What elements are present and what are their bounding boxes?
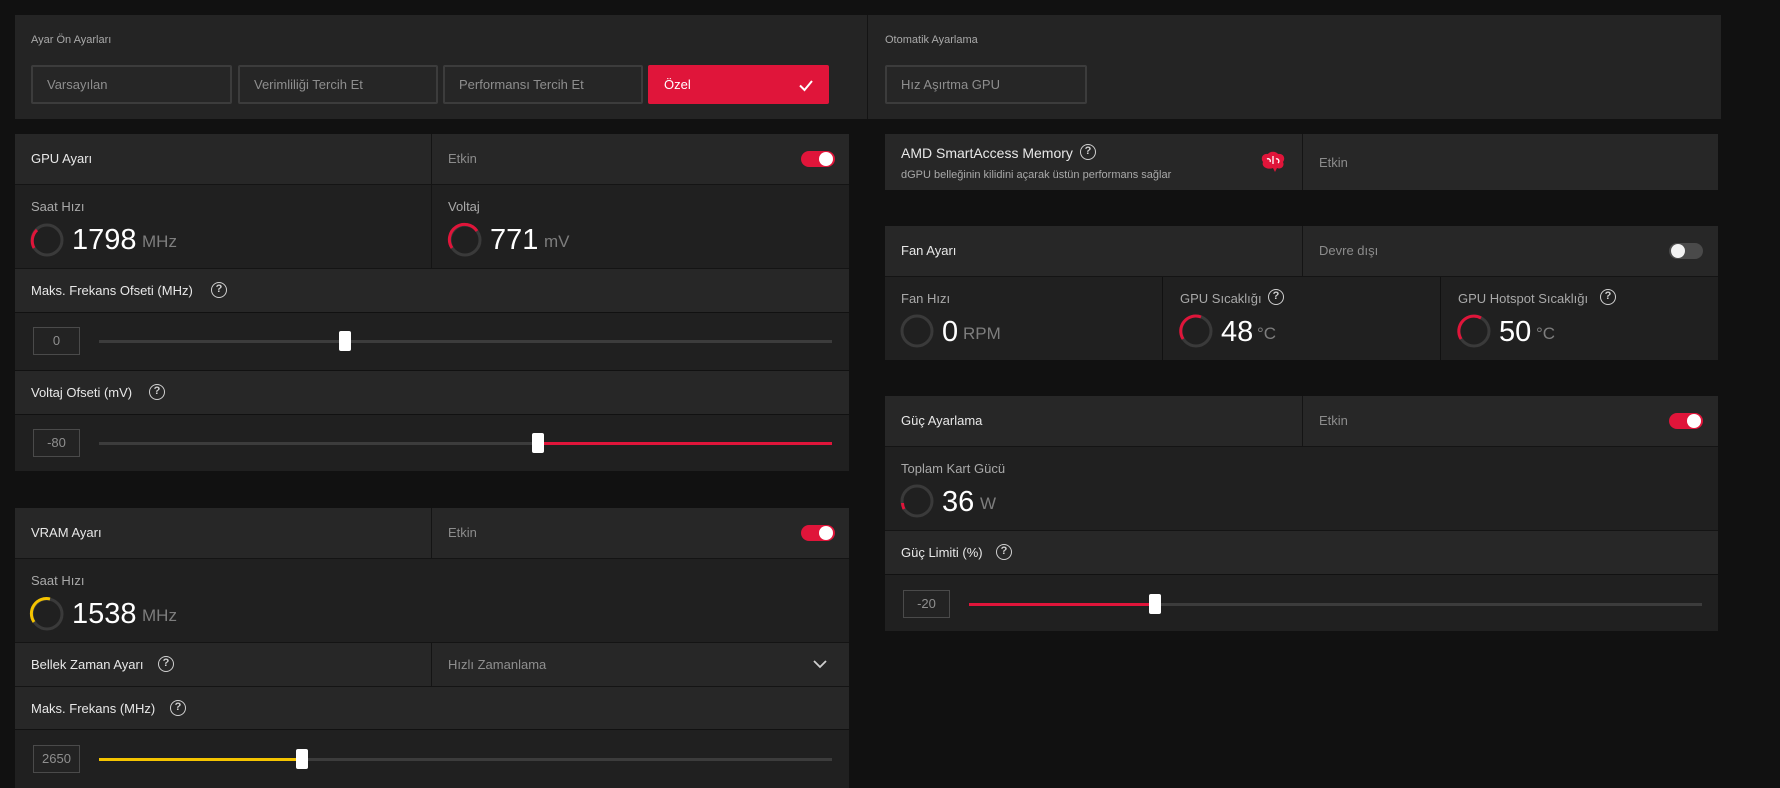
- vram-clock-label: Saat Hızı: [31, 573, 85, 588]
- chevron-down-icon[interactable]: [812, 658, 828, 670]
- gpu-temp-unit: °C: [1257, 324, 1277, 343]
- gpu-tuning-title: GPU Ayarı: [31, 151, 93, 166]
- power-tuning-title: Güç Ayarlama: [901, 413, 983, 428]
- gpu-temp-value: 48: [1221, 316, 1254, 348]
- smartaccess-title: AMD SmartAccess Memory: [901, 145, 1073, 161]
- max-freq-offset-track[interactable]: [99, 340, 832, 343]
- gpu-tuning-status: Etkin: [448, 151, 477, 166]
- power-limit-input[interactable]: -20: [903, 590, 950, 618]
- hotspot-temp-unit: °C: [1536, 324, 1556, 343]
- smartaccess-status: Etkin: [1319, 155, 1348, 170]
- fan-tuning-status: Devre dışı: [1319, 243, 1379, 258]
- vram-tuning-toggle[interactable]: [801, 525, 835, 541]
- total-power-cell: [885, 447, 1718, 530]
- fan-speed-value: 0: [942, 316, 959, 348]
- vram-clock-cell: [15, 559, 849, 642]
- memory-timing-label: Bellek Zaman Ayarı: [31, 657, 144, 672]
- gauge-icon: [1457, 314, 1491, 348]
- memory-timing-dropdown[interactable]: Hızlı Zamanlama: [448, 657, 546, 672]
- gpu-tuning-toggle[interactable]: [801, 151, 835, 167]
- help-icon[interactable]: ?: [996, 544, 1012, 560]
- preset-default-button[interactable]: Varsayılan: [31, 65, 232, 104]
- voltage-offset-fill: [538, 442, 832, 445]
- help-icon[interactable]: ?: [149, 384, 165, 400]
- vram-tuning-title: VRAM Ayarı: [31, 525, 102, 540]
- vram-max-freq-label: Maks. Frekans (MHz): [31, 701, 156, 716]
- max-freq-offset-input[interactable]: 0: [33, 327, 80, 355]
- gauge-icon: [29, 597, 64, 631]
- preset-performance-button[interactable]: Performansı Tercih Et: [443, 65, 643, 104]
- fan-tuning-toggle[interactable]: [1669, 243, 1703, 259]
- voltage-offset-input[interactable]: -80: [33, 429, 80, 457]
- preset-efficiency-button[interactable]: Verimliliği Tercih Et: [238, 65, 438, 104]
- gpu-voltage-value: 771: [490, 224, 539, 256]
- help-icon[interactable]: ?: [211, 282, 227, 298]
- max-freq-offset-label: Maks. Frekans Ofseti (MHz): [31, 283, 193, 298]
- total-power-unit: W: [980, 494, 997, 513]
- gauge-icon: [30, 223, 64, 257]
- fan-speed-unit: RPM: [963, 324, 1001, 343]
- power-tuning-status: Etkin: [1319, 413, 1348, 428]
- preset-custom-label: Özel: [664, 77, 691, 92]
- max-freq-offset-thumb[interactable]: [339, 331, 351, 351]
- presets-label: Ayar Ön Ayarları: [31, 34, 112, 46]
- help-icon[interactable]: ?: [1080, 144, 1096, 160]
- help-icon[interactable]: ?: [1600, 289, 1616, 305]
- help-icon[interactable]: ?: [158, 656, 174, 672]
- help-icon[interactable]: ?: [170, 700, 186, 716]
- gauge-icon: [1179, 314, 1213, 348]
- gauge-icon: [447, 222, 482, 257]
- gpu-clock-value: 1798: [72, 224, 137, 256]
- vram-tuning-header: [15, 508, 849, 558]
- smartaccess-description: dGPU belleğinin kilidini açarak üstün pe…: [901, 169, 1172, 181]
- gpu-voltage-label: Voltaj: [448, 199, 480, 214]
- fan-speed-label: Fan Hızı: [901, 291, 951, 306]
- power-tuning-toggle[interactable]: [1669, 413, 1703, 429]
- auto-tuning-label: Otomatik Ayarlama: [885, 34, 978, 46]
- gpu-temp-label: GPU Sıcaklığı: [1180, 291, 1262, 306]
- voltage-offset-thumb[interactable]: [532, 433, 544, 453]
- vram-clock-unit: MHz: [142, 606, 177, 625]
- overclock-gpu-button[interactable]: Hız Aşırtma GPU: [885, 65, 1087, 104]
- gauge-icon: [900, 484, 934, 518]
- gpu-tuning-header: [15, 134, 849, 184]
- brain-icon: [1261, 151, 1285, 172]
- vram-max-freq-thumb[interactable]: [296, 749, 308, 769]
- power-limit-label: Güç Limiti (%): [901, 545, 983, 560]
- gauge-icon: [900, 314, 934, 348]
- power-limit-thumb[interactable]: [1149, 594, 1161, 614]
- fan-tuning-title: Fan Ayarı: [901, 243, 957, 258]
- check-icon: [799, 80, 813, 92]
- vram-max-freq-fill: [99, 758, 302, 761]
- voltage-offset-header: [15, 371, 849, 414]
- gpu-clock-unit: MHz: [142, 232, 177, 251]
- vram-tuning-status: Etkin: [448, 525, 477, 540]
- hotspot-temp-label: GPU Hotspot Sıcaklığı: [1458, 291, 1589, 306]
- total-power-label: Toplam Kart Gücü: [901, 461, 1006, 476]
- gpu-voltage-unit: mV: [544, 232, 570, 251]
- power-limit-fill: [969, 603, 1155, 606]
- gpu-clock-label: Saat Hızı: [31, 199, 85, 214]
- total-power-value: 36: [942, 486, 975, 518]
- hotspot-temp-value: 50: [1499, 316, 1532, 348]
- preset-custom-button[interactable]: Özel: [648, 65, 829, 104]
- help-icon[interactable]: ?: [1268, 289, 1284, 305]
- voltage-offset-label: Voltaj Ofseti (mV): [31, 385, 133, 400]
- vram-clock-value: 1538: [72, 598, 137, 630]
- vram-max-freq-input[interactable]: 2650: [33, 745, 80, 773]
